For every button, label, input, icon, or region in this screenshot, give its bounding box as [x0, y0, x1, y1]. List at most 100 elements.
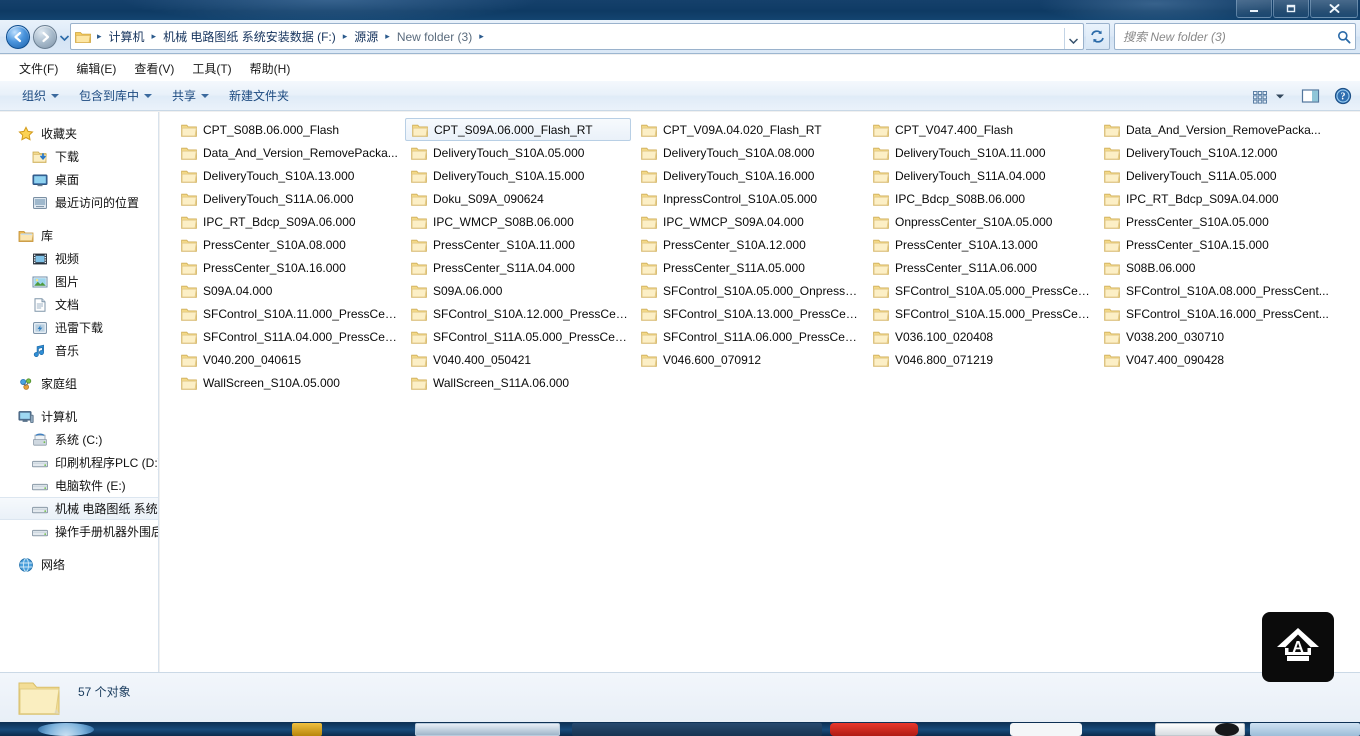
file-list-item[interactable]: S09A.04.000	[175, 279, 401, 302]
file-list-item[interactable]: SFControl_S10A.05.000_OnpressC...	[635, 279, 863, 302]
file-list-item[interactable]: IPC_WMCP_S09A.04.000	[635, 210, 863, 233]
sidebar-item-桌面[interactable]: 桌面	[0, 168, 158, 191]
file-list-item[interactable]: PressCenter_S10A.16.000	[175, 256, 401, 279]
file-list-item[interactable]: InpressControl_S10A.05.000	[635, 187, 863, 210]
taskbar-icon[interactable]	[160, 723, 194, 736]
new-folder-button[interactable]: 新建文件夹	[219, 84, 299, 107]
file-list-item[interactable]: PressCenter_S11A.04.000	[405, 256, 631, 279]
file-list-item[interactable]: PressCenter_S10A.05.000	[1098, 210, 1348, 233]
history-dropdown-icon[interactable]	[59, 34, 69, 42]
sidebar-group-计算机[interactable]: 计算机	[0, 405, 158, 428]
file-list-item[interactable]: PressCenter_S10A.11.000	[405, 233, 631, 256]
help-icon[interactable]: ?	[1334, 87, 1352, 105]
file-list[interactable]: CPT_S08B.06.000_Flash Data_And_Version_R…	[160, 112, 1360, 672]
sidebar-item-印刷机程序PLC (D:)[interactable]: 印刷机程序PLC (D:)	[0, 451, 158, 474]
taskbar-notification-area[interactable]	[1250, 723, 1360, 736]
taskbar[interactable]	[0, 722, 1360, 736]
taskbar-icon[interactable]	[830, 723, 918, 736]
file-list-item[interactable]: SFControl_S10A.15.000_PressCent...	[867, 302, 1091, 325]
sidebar-item-机械 电路图纸 系统[interactable]: 机械 电路图纸 系统	[0, 497, 158, 520]
title-bar[interactable]	[0, 0, 1360, 20]
file-list-item[interactable]: V040.200_040615	[175, 348, 401, 371]
sidebar-item-操作手册机器外围后[interactable]: 操作手册机器外围后	[0, 520, 158, 543]
file-list-item[interactable]: DeliveryTouch_S10A.05.000	[405, 141, 631, 164]
file-list-item[interactable]: PressCenter_S10A.12.000	[635, 233, 863, 256]
file-list-item[interactable]: V046.600_070912	[635, 348, 863, 371]
file-list-item[interactable]: Data_And_Version_RemovePacka...	[1098, 118, 1348, 141]
taskbar-start-button[interactable]	[38, 723, 94, 736]
sidebar-group-库[interactable]: 库	[0, 224, 158, 247]
search-icon[interactable]	[1333, 30, 1355, 44]
sidebar-item-文档[interactable]: 文档	[0, 293, 158, 316]
breadcrumb-item-2[interactable]: 源源	[351, 26, 381, 47]
back-button[interactable]	[6, 25, 30, 49]
sidebar-item-最近访问的位置[interactable]: 最近访问的位置	[0, 191, 158, 214]
file-list-item[interactable]: V040.400_050421	[405, 348, 631, 371]
views-caret-icon[interactable]	[1275, 93, 1285, 100]
file-list-item[interactable]: CPT_V09A.04.020_Flash_RT	[635, 118, 863, 141]
file-list-item[interactable]: V046.800_071219	[867, 348, 1091, 371]
search-box[interactable]: 搜索 New folder (3)	[1114, 23, 1356, 50]
file-list-item[interactable]: IPC_RT_Bdcp_S09A.04.000	[1098, 187, 1348, 210]
file-list-item[interactable]: DeliveryTouch_S10A.11.000	[867, 141, 1091, 164]
file-list-item[interactable]: V047.400_090428	[1098, 348, 1348, 371]
file-list-item[interactable]: Doku_S09A_090624	[405, 187, 631, 210]
file-list-item[interactable]: PressCenter_S10A.08.000	[175, 233, 401, 256]
file-list-item[interactable]: SFControl_S11A.06.000_PressCent...	[635, 325, 863, 348]
file-list-item[interactable]: Data_And_Version_RemovePacka...	[175, 141, 401, 164]
sidebar-item-图片[interactable]: 图片	[0, 270, 158, 293]
include-in-library-button[interactable]: 包含到库中	[69, 84, 162, 107]
file-list-item[interactable]: SFControl_S10A.11.000_PressCent...	[175, 302, 401, 325]
file-list-item[interactable]: SFControl_S10A.08.000_PressCent...	[1098, 279, 1348, 302]
file-list-item[interactable]: DeliveryTouch_S11A.04.000	[867, 164, 1091, 187]
menu-edit[interactable]: 编辑(E)	[67, 57, 125, 80]
file-list-item[interactable]: V038.200_030710	[1098, 325, 1348, 348]
sidebar-item-音乐[interactable]: 音乐	[0, 339, 158, 362]
file-list-item[interactable]: DeliveryTouch_S10A.15.000	[405, 164, 631, 187]
file-list-item-selected[interactable]: CPT_S09A.06.000_Flash_RT	[405, 118, 631, 141]
file-list-item[interactable]: OnpressCenter_S10A.05.000	[867, 210, 1091, 233]
file-list-item[interactable]: DeliveryTouch_S10A.16.000	[635, 164, 863, 187]
file-list-item[interactable]: DeliveryTouch_S10A.13.000	[175, 164, 401, 187]
file-list-item[interactable]: SFControl_S11A.05.000_PressCent...	[405, 325, 631, 348]
sidebar-item-系统 (C:)[interactable]: 系统 (C:)	[0, 428, 158, 451]
file-list-item[interactable]: V036.100_020408	[867, 325, 1091, 348]
sidebar-group-收藏夹[interactable]: 收藏夹	[0, 122, 158, 145]
file-list-item[interactable]: PressCenter_S10A.13.000	[867, 233, 1091, 256]
breadcrumb-item-3[interactable]: New folder (3)	[394, 28, 475, 46]
sidebar-group-网络[interactable]: 网络	[0, 553, 158, 576]
taskbar-icon[interactable]	[292, 723, 322, 736]
breadcrumb-item-0[interactable]: 计算机	[106, 26, 148, 47]
file-list-item[interactable]: CPT_V047.400_Flash	[867, 118, 1091, 141]
file-list-item[interactable]: SFControl_S10A.05.000_PressCent...	[867, 279, 1091, 302]
file-list-item[interactable]: WallScreen_S10A.05.000	[175, 371, 401, 394]
organize-button[interactable]: 组织	[12, 84, 69, 107]
taskbar-icon[interactable]	[1215, 723, 1239, 736]
file-list-item[interactable]: IPC_Bdcp_S08B.06.000	[867, 187, 1091, 210]
file-list-item[interactable]: CPT_S08B.06.000_Flash	[175, 118, 401, 141]
breadcrumb-item-1[interactable]: 机械 电路图纸 系统安装数据 (F:)	[160, 26, 339, 47]
breadcrumb[interactable]: ▸ 计算机 ▸ 机械 电路图纸 系统安装数据 (F:) ▸ 源源 ▸ New f…	[70, 23, 1084, 50]
file-list-item[interactable]: SFControl_S10A.12.000_PressCent...	[405, 302, 631, 325]
menu-help[interactable]: 帮助(H)	[241, 57, 300, 80]
share-button[interactable]: 共享	[162, 84, 219, 107]
refresh-button[interactable]	[1086, 23, 1110, 50]
file-list-item[interactable]: DeliveryTouch_S10A.08.000	[635, 141, 863, 164]
views-icon[interactable]	[1251, 89, 1269, 104]
breadcrumb-dropdown-icon[interactable]	[1064, 28, 1082, 49]
maximize-button[interactable]	[1273, 0, 1309, 18]
file-list-item[interactable]: DeliveryTouch_S11A.05.000	[1098, 164, 1348, 187]
menu-file[interactable]: 文件(F)	[10, 57, 67, 80]
sidebar-item-下载[interactable]: 下载	[0, 145, 158, 168]
file-list-item[interactable]: S09A.06.000	[405, 279, 631, 302]
sidebar-item-迅雷下载[interactable]: 迅雷下载	[0, 316, 158, 339]
file-list-item[interactable]: SFControl_S10A.13.000_PressCent...	[635, 302, 863, 325]
file-list-item[interactable]: PressCenter_S11A.06.000	[867, 256, 1091, 279]
taskbar-window-button[interactable]	[572, 723, 822, 736]
file-list-item[interactable]: IPC_RT_Bdcp_S09A.06.000	[175, 210, 401, 233]
navigation-pane[interactable]: 收藏夹 下载 桌面 最近访问的位置 库 视频 图片 文档 迅雷下载 音乐 家庭组…	[0, 112, 159, 672]
preview-pane-icon[interactable]	[1301, 88, 1320, 104]
file-list-item[interactable]: IPC_WMCP_S08B.06.000	[405, 210, 631, 233]
file-list-item[interactable]: DeliveryTouch_S10A.12.000	[1098, 141, 1348, 164]
menu-view[interactable]: 查看(V)	[125, 57, 183, 80]
